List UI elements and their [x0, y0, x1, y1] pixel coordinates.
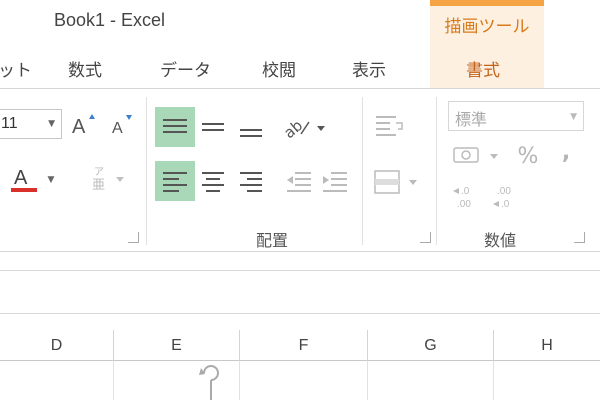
orientation-button[interactable]: ab [280, 107, 328, 147]
rotation-handle-icon[interactable] [196, 363, 226, 400]
svg-text:A: A [72, 116, 86, 137]
align-left-button[interactable] [155, 161, 195, 201]
tab-formulas[interactable]: 数式 [68, 56, 102, 81]
align-center-button[interactable] [198, 161, 228, 201]
separator [436, 97, 437, 245]
grid-line [367, 361, 368, 400]
shrink-font-icon: A [112, 115, 132, 137]
column-header[interactable]: D [0, 330, 114, 361]
grow-font-button[interactable]: A [68, 109, 100, 139]
increase-decimal-button[interactable]: .0 .00 [450, 181, 484, 211]
font-size-value: 11 [1, 115, 18, 132]
svg-text:ab: ab [281, 116, 306, 142]
decrease-decimal-button[interactable]: .00 .0 [490, 181, 524, 211]
decrease-decimal-icon: .00 .0 [493, 186, 511, 210]
column-header-row: D E F G H [0, 330, 600, 361]
svg-text:亜: 亜 [92, 178, 105, 193]
align-middle-button[interactable] [198, 107, 228, 147]
tab-data[interactable]: データ [160, 56, 211, 81]
decrease-indent-icon [287, 172, 311, 192]
font-color-icon: A [11, 167, 37, 192]
wrap-text-icon [376, 116, 403, 136]
number-dialog-launcher[interactable] [574, 232, 585, 243]
alignment-group-label: 配置 [256, 231, 289, 250]
merge-center-button[interactable] [372, 165, 424, 199]
font-dialog-launcher[interactable] [128, 232, 139, 243]
comma-style-button[interactable]: , [556, 137, 576, 167]
text-orientation-icon: ab [281, 116, 325, 142]
accounting-format-button[interactable] [448, 139, 504, 173]
increase-indent-button[interactable] [318, 161, 352, 201]
font-color-button[interactable]: A [6, 163, 44, 197]
number-format-value: 標準 [455, 110, 488, 129]
align-bottom-icon [240, 129, 262, 137]
ribbon-gap [0, 252, 600, 270]
separator [362, 97, 363, 245]
align-middle-icon [202, 123, 224, 131]
separator [146, 97, 147, 245]
svg-text:A: A [14, 167, 28, 189]
phonetic-guide-button[interactable]: ア 亜 [86, 161, 130, 195]
svg-text:.0: .0 [461, 186, 470, 197]
tab-review[interactable]: 校閲 [262, 56, 296, 81]
svg-text:.0: .0 [501, 199, 510, 210]
phonetic-guide-icon: ア 亜 [92, 167, 124, 193]
align-right-button[interactable] [236, 161, 266, 201]
align-bottom-button[interactable] [236, 107, 266, 147]
decrease-indent-button[interactable] [282, 161, 316, 201]
column-header[interactable]: E [114, 330, 240, 361]
svg-text:A: A [112, 120, 123, 137]
increase-decimal-icon: .0 .00 [453, 186, 471, 210]
font-size-combo[interactable]: 11 ▼ [0, 109, 62, 139]
grid-line [493, 361, 494, 400]
align-center-icon [202, 172, 224, 192]
chevron-down-icon[interactable]: ▼ [570, 112, 577, 122]
increase-indent-icon [323, 172, 347, 192]
font-color-dropdown[interactable]: ▼ [44, 173, 58, 187]
align-left-icon [163, 172, 187, 192]
ribbon: 11 ▼ A A A ▼ ア 亜 ab 配置 標準 ▼ % , .0 .00 .… [0, 88, 600, 252]
chevron-down-icon[interactable]: ▼ [48, 119, 55, 129]
accounting-format-icon [453, 147, 498, 163]
number-format-combo[interactable]: 標準 ▼ [448, 101, 584, 131]
align-top-button[interactable] [155, 107, 195, 147]
column-header[interactable]: H [494, 330, 600, 361]
window-title: Book1 - Excel [54, 10, 166, 30]
percent-style-button[interactable]: % [512, 141, 544, 171]
tab-format[interactable]: 書式 [466, 56, 500, 81]
alignment-dialog-launcher[interactable] [420, 232, 431, 243]
svg-text:.00: .00 [457, 199, 471, 210]
grid-line [239, 361, 240, 400]
grow-font-icon: A [72, 114, 95, 137]
tab-layout[interactable]: ット [0, 56, 32, 81]
number-group-label: 数値 [484, 231, 517, 250]
align-right-icon [240, 172, 262, 192]
formula-bar[interactable] [0, 270, 600, 314]
shrink-font-button[interactable]: A [106, 109, 138, 139]
align-top-icon [163, 119, 187, 133]
tab-view[interactable]: 表示 [352, 56, 386, 81]
cell-grid[interactable] [0, 361, 600, 400]
column-header[interactable]: G [368, 330, 494, 361]
merge-cells-icon [374, 170, 417, 194]
wrap-text-button[interactable] [372, 109, 408, 143]
svg-text:.00: .00 [497, 186, 511, 197]
grid-line [113, 361, 114, 400]
column-header[interactable]: F [240, 330, 368, 361]
context-tab-title: 描画ツール [444, 17, 530, 37]
svg-text:ア: ア [94, 167, 104, 178]
